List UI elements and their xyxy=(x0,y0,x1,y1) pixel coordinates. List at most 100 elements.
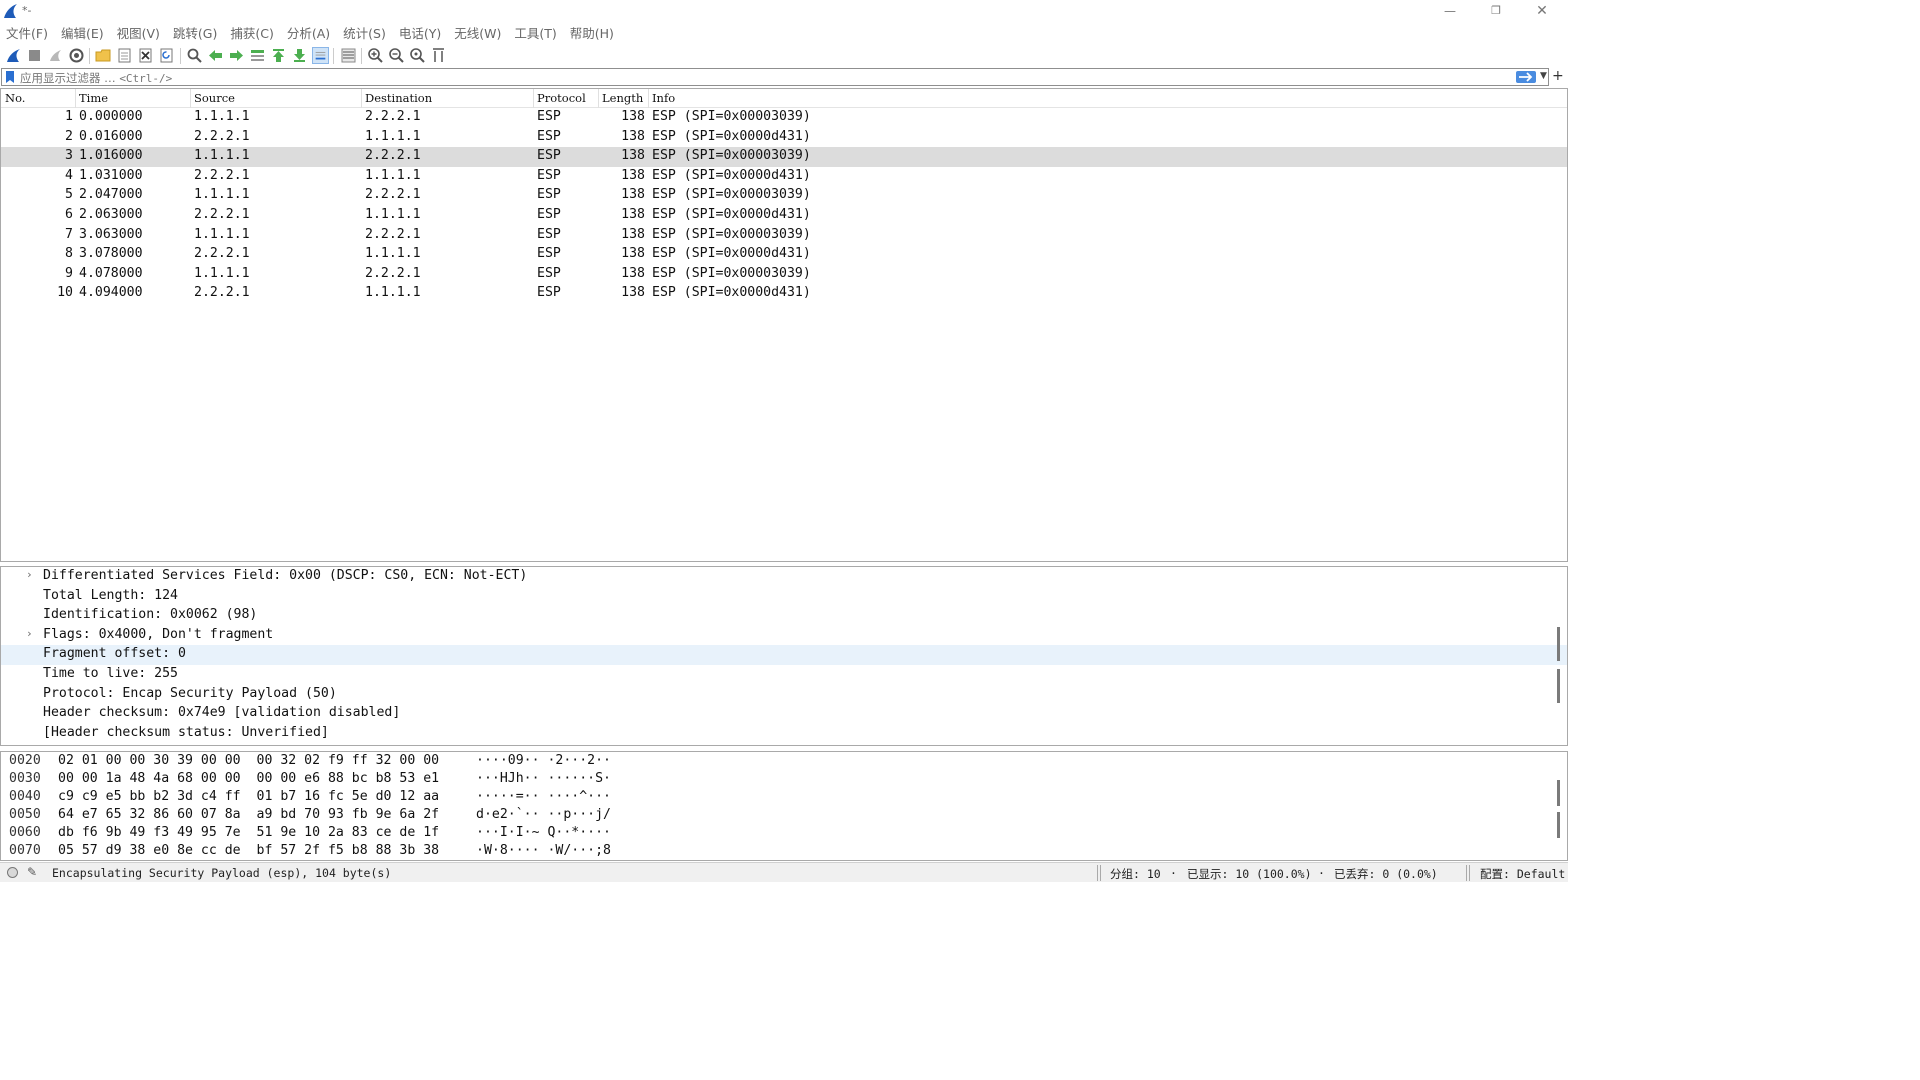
detail-row[interactable]: › Differentiated Services Field: 0x00 (DS… xyxy=(1,567,1567,587)
filter-history-dropdown[interactable]: ▼ xyxy=(1540,71,1547,81)
detail-row[interactable]: [Header checksum status: Unverified] xyxy=(1,724,1567,744)
add-filter-button[interactable]: + xyxy=(1552,68,1564,84)
column-source[interactable]: Source xyxy=(194,91,235,105)
expand-chevron-icon[interactable]: › xyxy=(26,627,33,640)
expand-chevron-icon[interactable]: › xyxy=(26,568,33,581)
menu-wireless[interactable]: 无线(W) xyxy=(454,24,501,44)
find-packet-icon[interactable] xyxy=(186,47,203,64)
detail-row[interactable]: Identification: 0x0062 (98) xyxy=(1,606,1567,626)
byte-row[interactable]: 0070 05 57 d9 38 e0 8e cc de bf 57 2f f5 … xyxy=(1,843,1567,860)
status-dot-1: · xyxy=(1170,866,1177,880)
column-divider[interactable] xyxy=(190,89,191,108)
zoom-normal-icon[interactable] xyxy=(409,47,426,64)
menu-edit[interactable]: 编辑(E) xyxy=(61,24,104,44)
menu-statistics[interactable]: 统计(S) xyxy=(343,24,386,44)
status-profile[interactable]: 配置: Default xyxy=(1480,866,1565,882)
menu-capture[interactable]: 捕获(C) xyxy=(230,24,273,44)
menu-analyze[interactable]: 分析(A) xyxy=(287,24,330,44)
byte-row[interactable]: 0030 00 00 1a 48 4a 68 00 00 00 00 e6 88 … xyxy=(1,771,1567,789)
go-to-packet-icon[interactable] xyxy=(249,47,266,64)
byte-hex-group-b: 00 00 e6 88 bc b8 53 e1 xyxy=(256,771,440,786)
resize-columns-icon[interactable] xyxy=(430,47,447,64)
detail-row[interactable]: Fragment offset: 0 xyxy=(1,645,1567,665)
packet-row[interactable]: 10 4.094000 2.2.2.1 1.1.1.1 ESP 138 ESP (SPI=0… xyxy=(1,284,1567,304)
apply-filter-icon[interactable] xyxy=(1516,71,1536,83)
wireshark-fin-icon xyxy=(4,4,17,18)
byte-row[interactable]: 0060 db f6 9b 49 f3 49 95 7e 51 9e 10 2a … xyxy=(1,825,1567,843)
packet-row[interactable]: 1 0.000000 1.1.1.1 2.2.2.1 ESP 138 ESP (SPI=0x… xyxy=(1,108,1567,128)
column-divider[interactable] xyxy=(361,89,362,108)
column-divider[interactable] xyxy=(598,89,599,108)
colorize-icon[interactable] xyxy=(340,47,357,64)
details-scrollbar-track[interactable] xyxy=(1557,669,1560,703)
close-file-icon[interactable] xyxy=(137,47,154,64)
packet-row[interactable]: 2 0.016000 2.2.2.1 1.1.1.1 ESP 138 ESP (SPI=0x… xyxy=(1,128,1567,148)
packet-row[interactable]: 4 1.031000 2.2.2.1 1.1.1.1 ESP 138 ESP (SPI=0x… xyxy=(1,167,1567,187)
menu-telephony[interactable]: 电话(Y) xyxy=(399,24,441,44)
close-button[interactable]: ✕ xyxy=(1530,2,1554,20)
edit-comment-icon[interactable]: ✎ xyxy=(27,865,37,879)
status-message: Encapsulating Security Payload (esp), 10… xyxy=(52,866,392,880)
capture-options-icon[interactable] xyxy=(68,47,85,64)
menu-file[interactable]: 文件(F) xyxy=(6,24,48,44)
detail-row[interactable]: Total Length: 124 xyxy=(1,587,1567,607)
packet-row[interactable]: 5 2.047000 1.1.1.1 2.2.2.1 ESP 138 ESP (SPI=0x… xyxy=(1,186,1567,206)
packet-bytes-pane: 0020 02 01 00 00 30 39 00 00 00 32 02 f9 … xyxy=(0,751,1568,861)
restart-capture-icon[interactable] xyxy=(47,47,64,64)
go-back-icon[interactable] xyxy=(207,47,224,64)
packet-row[interactable]: 9 4.078000 1.1.1.1 2.2.2.1 ESP 138 ESP (SPI=0x… xyxy=(1,265,1567,285)
byte-row[interactable]: 0040 c9 c9 e5 bb b2 3d c4 ff 01 b7 16 fc … xyxy=(1,789,1567,807)
start-capture-icon[interactable] xyxy=(5,47,22,64)
column-divider[interactable] xyxy=(533,89,534,108)
detail-row[interactable]: Protocol: Encap Security Payload (50) xyxy=(1,685,1567,705)
go-forward-icon[interactable] xyxy=(228,47,245,64)
expert-info-icon[interactable] xyxy=(7,867,18,878)
bytes-scrollbar-thumb[interactable] xyxy=(1557,780,1560,806)
go-first-packet-icon[interactable] xyxy=(270,47,287,64)
column-length[interactable]: Length xyxy=(602,91,643,105)
byte-hex: c9 c9 e5 bb b2 3d c4 ff 01 b7 16 fc 5e d… xyxy=(58,789,439,804)
byte-row[interactable]: 0050 64 e7 65 32 86 60 07 8a a9 bd 70 93 … xyxy=(1,807,1567,825)
display-filter-input[interactable]: 应用显示过滤器 … <Ctrl-/> ▼ xyxy=(1,68,1549,86)
byte-hex-group-a: c9 c9 e5 bb b2 3d c4 ff xyxy=(58,789,241,804)
zoom-in-icon[interactable] xyxy=(367,47,384,64)
packet-row[interactable]: 3 1.016000 1.1.1.1 2.2.2.1 ESP 138 ESP (SPI=0x… xyxy=(1,147,1567,167)
column-no[interactable]: No. xyxy=(5,91,25,105)
bytes-scrollbar-track[interactable] xyxy=(1557,812,1560,838)
open-file-icon[interactable] xyxy=(95,47,112,64)
detail-row[interactable]: Time to live: 255 xyxy=(1,665,1567,685)
menu-tools[interactable]: 工具(T) xyxy=(514,24,556,44)
auto-scroll-icon[interactable] xyxy=(312,47,329,64)
details-scrollbar-thumb[interactable] xyxy=(1557,627,1560,661)
menu-go[interactable]: 跳转(G) xyxy=(173,24,217,44)
detail-row[interactable]: › Flags: 0x4000, Don't fragment xyxy=(1,626,1567,646)
column-protocol[interactable]: Protocol xyxy=(537,91,586,105)
save-file-icon[interactable] xyxy=(116,47,133,64)
stop-capture-icon[interactable] xyxy=(26,47,43,64)
detail-row[interactable]: Header checksum: 0x74e9 [validation disa… xyxy=(1,704,1567,724)
go-last-packet-icon[interactable] xyxy=(291,47,308,64)
packet-cell-source: 1.1.1.1 xyxy=(194,226,250,242)
restore-button[interactable]: ❐ xyxy=(1484,2,1508,20)
byte-row[interactable]: 0020 02 01 00 00 30 39 00 00 00 32 02 f9 … xyxy=(1,753,1567,771)
status-dot-2: · xyxy=(1318,866,1325,880)
filter-placeholder: 应用显示过滤器 … <Ctrl-/> xyxy=(20,70,172,86)
packet-row[interactable]: 6 2.063000 2.2.2.1 1.1.1.1 ESP 138 ESP (SPI=0x… xyxy=(1,206,1567,226)
byte-ascii: ·····=·· ····^··· xyxy=(476,789,611,804)
reload-file-icon[interactable] xyxy=(158,47,175,64)
detail-text: Protocol: Encap Security Payload (50) xyxy=(43,685,337,701)
packet-row[interactable]: 7 3.063000 1.1.1.1 2.2.2.1 ESP 138 ESP (SPI=0x… xyxy=(1,226,1567,246)
bookmark-icon[interactable] xyxy=(6,71,14,83)
column-divider[interactable] xyxy=(75,89,76,108)
zoom-out-icon[interactable] xyxy=(388,47,405,64)
column-time[interactable]: Time xyxy=(79,91,108,105)
column-divider[interactable] xyxy=(648,89,649,108)
minimize-button[interactable]: — xyxy=(1438,2,1462,20)
byte-hex-gap xyxy=(241,753,257,768)
packet-row[interactable]: 8 3.078000 2.2.2.1 1.1.1.1 ESP 138 ESP (SPI=0x… xyxy=(1,245,1567,265)
menu-help[interactable]: 帮助(H) xyxy=(570,24,614,44)
column-destination[interactable]: Destination xyxy=(365,91,432,105)
toolbar-separator xyxy=(333,48,334,64)
menu-view[interactable]: 视图(V) xyxy=(117,24,160,44)
column-info[interactable]: Info xyxy=(652,91,675,105)
